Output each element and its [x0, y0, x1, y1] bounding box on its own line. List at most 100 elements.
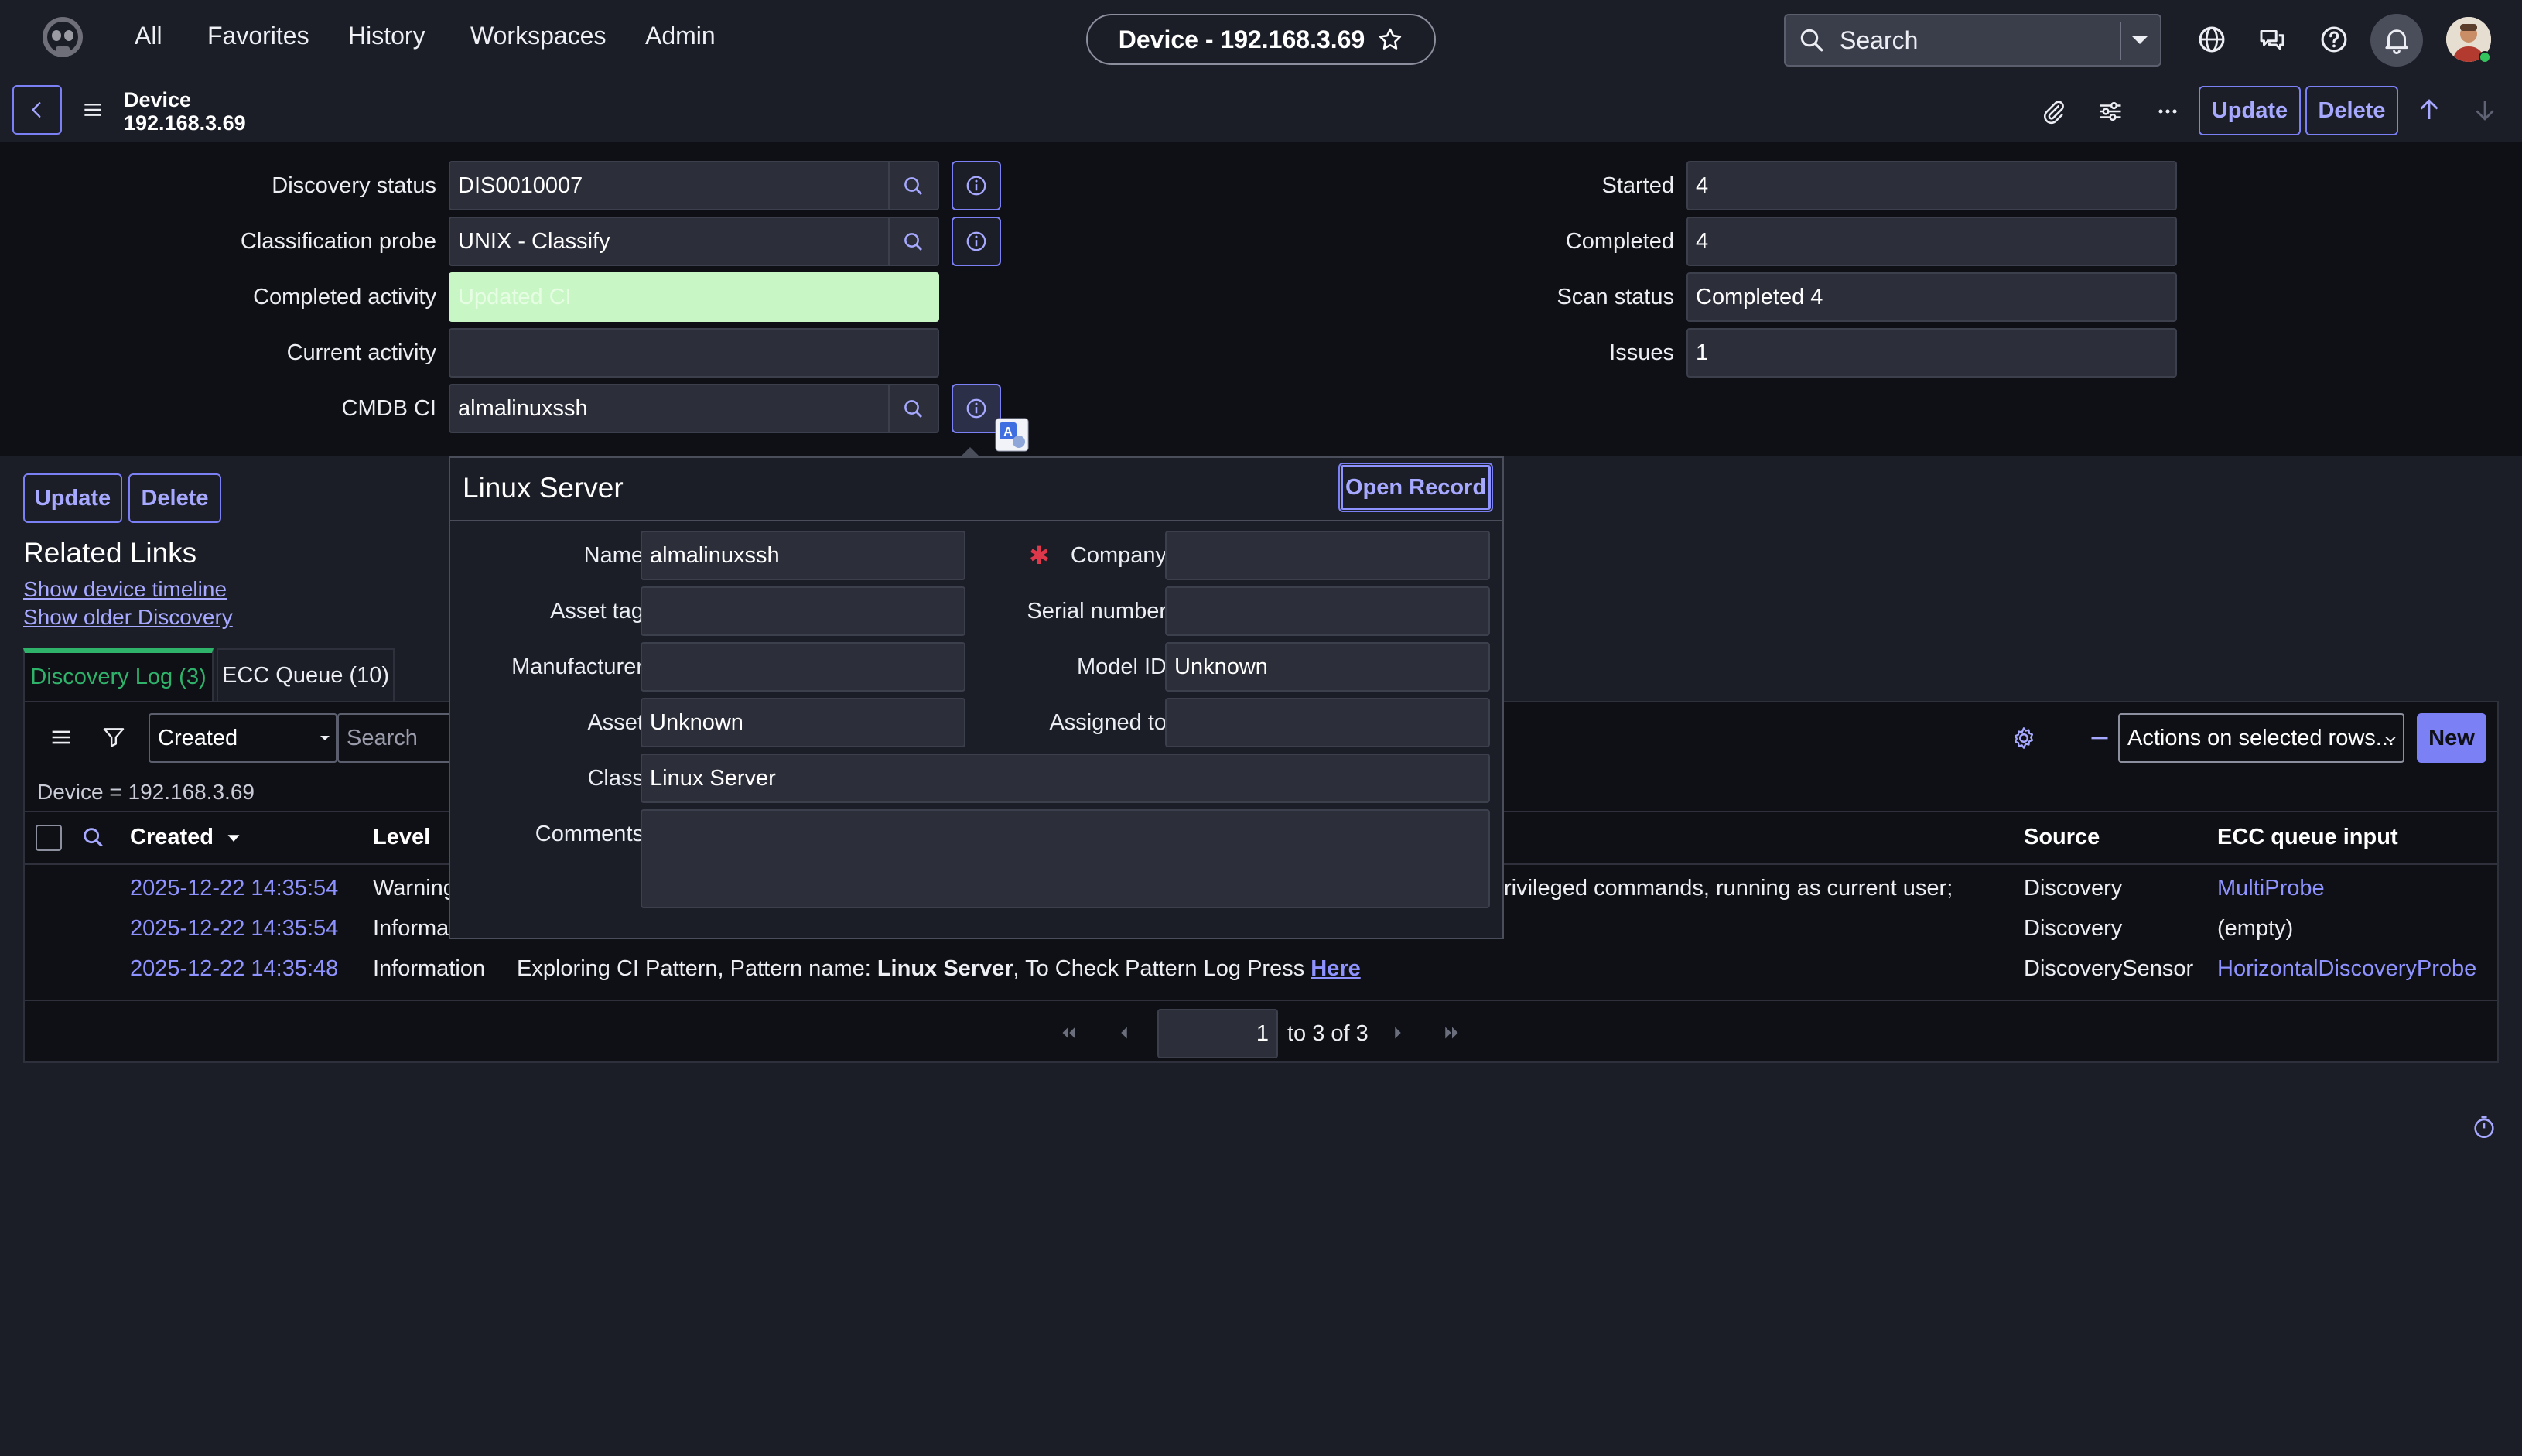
- update-button[interactable]: Update: [2199, 86, 2301, 135]
- nav-favorites[interactable]: Favorites: [207, 22, 309, 50]
- help-icon[interactable]: [2318, 23, 2350, 56]
- filter-icon[interactable]: [101, 724, 127, 750]
- row-source: DiscoverySensor: [2024, 956, 2194, 981]
- started-field[interactable]: 4: [1686, 161, 2177, 210]
- global-search-placeholder: Search: [1840, 26, 1919, 54]
- notifications-button[interactable]: [2370, 14, 2423, 67]
- previous-page-icon[interactable]: [1112, 1021, 1136, 1044]
- table-row: 2025-12-22 14:35:48 Information Explorin…: [25, 947, 2497, 987]
- nav-history[interactable]: History: [348, 22, 425, 50]
- sliders-icon[interactable]: [2097, 97, 2124, 125]
- popup-comments-field[interactable]: [641, 809, 1490, 908]
- popup-company-field[interactable]: [1165, 531, 1490, 580]
- popup-manufacturer-field[interactable]: [641, 642, 965, 692]
- classification-probe-label: Classification probe: [240, 229, 436, 254]
- tab-discovery-log[interactable]: Discovery Log (3): [23, 648, 214, 701]
- list-filter-breadcrumb[interactable]: Device = 192.168.3.69: [37, 780, 255, 805]
- pattern-log-here-link[interactable]: Here: [1311, 956, 1361, 981]
- row-source: Discovery: [2024, 916, 2123, 941]
- show-older-discovery-link[interactable]: Show older Discovery: [23, 605, 233, 630]
- completed-activity-field[interactable]: Updated CI: [449, 272, 939, 322]
- cmdb-ci-field[interactable]: almalinuxssh: [449, 384, 890, 433]
- discovery-status-field[interactable]: DIS0010007: [449, 161, 890, 210]
- popup-assigned-to-field[interactable]: [1165, 698, 1490, 747]
- discovery-status-info-button[interactable]: [952, 161, 1001, 210]
- globe-icon[interactable]: [2196, 23, 2228, 56]
- hamburger-menu-icon[interactable]: [80, 97, 105, 122]
- column-header-ecc-queue-input[interactable]: ECC queue input: [2217, 825, 2398, 850]
- cmdb-ci-lookup-button[interactable]: [890, 384, 939, 433]
- next-page-icon[interactable]: [1386, 1021, 1410, 1044]
- search-icon: [1798, 26, 1826, 54]
- show-device-timeline-link[interactable]: Show device timeline: [23, 577, 227, 602]
- chevron-down-icon[interactable]: [2129, 31, 2151, 50]
- last-page-icon[interactable]: [1440, 1021, 1464, 1044]
- list-menu-icon[interactable]: [48, 724, 74, 750]
- row-created-link[interactable]: 2025-12-22 14:35:54: [130, 916, 338, 942]
- column-search-icon[interactable]: [80, 825, 107, 851]
- arrow-down-icon[interactable]: [2471, 96, 2499, 124]
- translate-icon[interactable]: A: [995, 418, 1029, 452]
- row-level: Informa: [373, 916, 449, 941]
- cmdb-ci-info-button[interactable]: [952, 384, 1001, 433]
- star-icon[interactable]: [1377, 26, 1403, 53]
- completed-field[interactable]: 4: [1686, 217, 2177, 266]
- select-all-checkbox[interactable]: [36, 825, 62, 851]
- search-icon: [902, 175, 925, 198]
- new-button[interactable]: New: [2417, 713, 2486, 763]
- scan-status-field[interactable]: Completed 4: [1686, 272, 2177, 322]
- current-activity-field[interactable]: [449, 328, 939, 378]
- popup-model-id-field[interactable]: Unknown: [1165, 642, 1490, 692]
- nav-admin[interactable]: Admin: [645, 22, 716, 50]
- popup-name-field[interactable]: almalinuxssh: [641, 531, 965, 580]
- popup-asset-tag-field[interactable]: [641, 586, 965, 636]
- actions-on-selected-rows-select[interactable]: Actions on selected rows...: [2118, 713, 2404, 763]
- global-search-input[interactable]: Search: [1784, 14, 2161, 67]
- row-created-link[interactable]: 2025-12-22 14:35:48: [130, 956, 338, 982]
- issues-field[interactable]: 1: [1686, 328, 2177, 378]
- row-ecc-link[interactable]: HorizontalDiscoveryProbe: [2217, 956, 2476, 982]
- discovery-status-lookup-button[interactable]: [890, 161, 939, 210]
- delete-button[interactable]: Delete: [2305, 86, 2398, 135]
- row-ecc-link[interactable]: MultiProbe: [2217, 876, 2325, 901]
- record-title: Device 192.168.3.69: [124, 88, 246, 135]
- back-button[interactable]: [12, 85, 62, 135]
- form-update-button[interactable]: Update: [23, 473, 122, 523]
- popup-asset-field[interactable]: Unknown: [641, 698, 965, 747]
- classification-probe-lookup-button[interactable]: [890, 217, 939, 266]
- popup-serial-number-label: Serial number: [1027, 599, 1167, 624]
- arrow-up-icon[interactable]: [2415, 96, 2443, 124]
- page-number-input[interactable]: 1: [1157, 1009, 1278, 1058]
- form-delete-button[interactable]: Delete: [128, 473, 221, 523]
- popup-serial-number-field[interactable]: [1165, 586, 1490, 636]
- started-label: Started: [1601, 173, 1675, 198]
- nav-all[interactable]: All: [135, 22, 162, 50]
- classification-probe-field[interactable]: UNIX - Classify: [449, 217, 890, 266]
- paperclip-icon[interactable]: [2039, 97, 2067, 125]
- first-page-icon[interactable]: [1057, 1021, 1080, 1044]
- record-type: Device: [124, 88, 192, 111]
- record-header: Device 192.168.3.69 Update Delete: [0, 79, 2522, 142]
- scan-status-label: Scan status: [1557, 285, 1674, 309]
- collapse-icon[interactable]: [2086, 724, 2114, 752]
- timer-icon[interactable]: [2471, 1114, 2497, 1140]
- list-field-select[interactable]: Created: [149, 713, 337, 763]
- gear-icon[interactable]: [2010, 724, 2038, 752]
- more-options-icon[interactable]: [2154, 97, 2182, 125]
- record-title-pill[interactable]: Device - 192.168.3.69: [1086, 14, 1436, 65]
- issues-label: Issues: [1609, 340, 1674, 365]
- open-record-button[interactable]: Open Record: [1338, 463, 1493, 512]
- logo-icon[interactable]: [36, 12, 90, 67]
- list-search-input[interactable]: Search: [337, 713, 453, 763]
- classification-probe-info-button[interactable]: [952, 217, 1001, 266]
- tab-ecc-queue[interactable]: ECC Queue (10): [217, 648, 395, 701]
- nav-workspaces[interactable]: Workspaces: [470, 22, 606, 50]
- column-header-source[interactable]: Source: [2024, 825, 2100, 850]
- row-message-prefix: Exploring CI Pattern, Pattern name:: [517, 956, 877, 981]
- chat-icon[interactable]: [2256, 23, 2288, 56]
- popup-class-field[interactable]: Linux Server: [641, 754, 1490, 803]
- row-created-link[interactable]: 2025-12-22 14:35:54: [130, 876, 338, 901]
- column-header-level[interactable]: Level: [373, 825, 430, 850]
- column-header-created[interactable]: Created: [130, 825, 241, 850]
- cmdb-ci-label: CMDB CI: [341, 396, 436, 421]
